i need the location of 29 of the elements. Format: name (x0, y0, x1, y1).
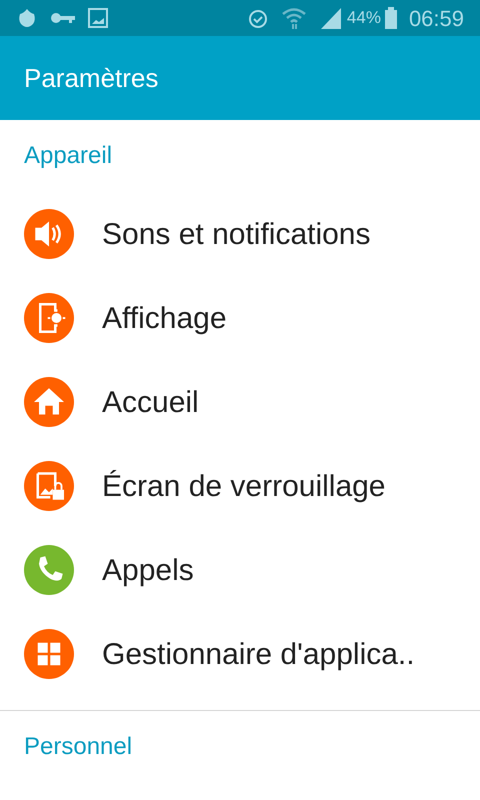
settings-item[interactable]: Affichage (0, 276, 480, 360)
screen-title: Paramètres (24, 62, 158, 94)
home-icon (34, 388, 64, 414)
setting-label: Appels (102, 552, 194, 588)
settings-item[interactable]: Sons et notifications (0, 192, 480, 276)
image-icon (88, 8, 108, 28)
section-header: Personnel (24, 732, 132, 762)
battery-percentage: 44% (346, 7, 381, 30)
setting-label: Affichage (102, 300, 227, 336)
wifi-icon (280, 6, 307, 30)
setting-label: Accueil (102, 384, 199, 420)
setting-label: Écran de verrouillage (102, 468, 386, 504)
alarm-icon (246, 7, 269, 29)
battery-icon (384, 7, 397, 29)
settings-item[interactable]: Accueil (0, 360, 480, 444)
settings-item[interactable]: Écran de verrouillage (0, 444, 480, 528)
speaker-icon (35, 222, 61, 246)
lock-screen-icon (36, 472, 64, 500)
setting-label: Gestionnaire d'applica.. (102, 636, 415, 672)
brightness-icon (39, 303, 66, 333)
grid-icon (38, 642, 60, 666)
clock-time: 06:59 (408, 4, 464, 32)
key-icon (50, 11, 76, 25)
setting-label: Sons et notifications (102, 216, 370, 252)
settings-item[interactable]: Appels (0, 528, 480, 612)
signal-icon (318, 6, 343, 30)
settings-item[interactable]: Gestionnaire d'applica.. (0, 612, 480, 696)
section-header: Appareil (24, 141, 112, 171)
phone-icon (39, 556, 63, 581)
